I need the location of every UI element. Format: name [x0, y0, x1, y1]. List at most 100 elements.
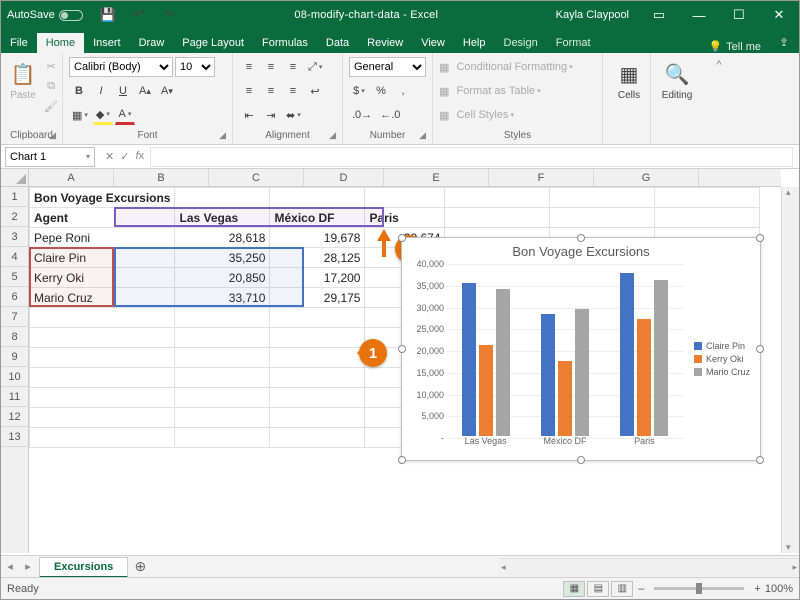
zoom-in-button[interactable]: + [754, 583, 760, 595]
user-name[interactable]: Kayla Claypool [546, 9, 639, 21]
tab-format[interactable]: Format [547, 33, 600, 53]
format-as-table-button[interactable]: Format as Table [456, 85, 535, 97]
cell[interactable] [175, 348, 270, 368]
column-header[interactable]: C [209, 169, 304, 186]
cell[interactable] [175, 308, 270, 328]
column-header[interactable]: F [489, 169, 594, 186]
font-color-button[interactable]: A [115, 105, 135, 125]
format-painter-icon[interactable]: 🖌 [41, 96, 61, 116]
cell[interactable] [655, 208, 760, 228]
ribbon-options-icon[interactable]: ▭ [639, 1, 679, 29]
page-layout-view-icon[interactable]: ▤ [587, 581, 609, 597]
tab-file[interactable]: File [1, 33, 37, 53]
font-name-select[interactable]: Calibri (Body) [69, 57, 173, 77]
tab-scroll-left-icon[interactable]: ◂ [1, 560, 19, 573]
cell[interactable] [270, 308, 365, 328]
collapse-ribbon-icon[interactable]: ^ [716, 59, 721, 71]
row-header[interactable]: 10 [1, 367, 28, 387]
zoom-slider[interactable] [654, 587, 744, 590]
minimize-icon[interactable]: — [679, 1, 719, 29]
cell[interactable] [270, 408, 365, 428]
row-header[interactable]: 5 [1, 267, 28, 287]
close-icon[interactable]: ✕ [759, 1, 799, 29]
page-break-view-icon[interactable]: ▥ [611, 581, 633, 597]
cell[interactable] [175, 388, 270, 408]
column-header[interactable]: B [114, 169, 209, 186]
percent-format-icon[interactable]: % [371, 81, 391, 101]
cell[interactable]: 28,125 [270, 248, 365, 268]
name-box[interactable]: Chart 1 ▾ [5, 147, 95, 167]
align-center-icon[interactable]: ≡ [261, 81, 281, 101]
accounting-format-icon[interactable]: $ [349, 81, 369, 101]
tab-insert[interactable]: Insert [84, 33, 130, 53]
paste-button[interactable]: 📋 Paste [7, 56, 39, 116]
worksheet-grid[interactable]: ABCDEFG 12345678910111213 Bon Voyage Exc… [1, 169, 799, 577]
redo-icon[interactable]: ↷ [159, 5, 179, 25]
tab-help[interactable]: Help [454, 33, 495, 53]
editing-button[interactable]: 🔍 Editing [657, 56, 697, 105]
save-icon[interactable]: 💾 [97, 5, 119, 25]
cell[interactable]: Claire Pin [30, 248, 175, 268]
number-format-select[interactable]: General [349, 57, 426, 77]
row-header[interactable]: 9 [1, 347, 28, 367]
undo-icon[interactable]: ↶ [129, 5, 149, 25]
horizontal-scrollbar[interactable] [499, 558, 799, 576]
cell[interactable] [270, 328, 365, 348]
conditional-formatting-button[interactable]: Conditional Formatting [456, 61, 567, 73]
decrease-indent-icon[interactable]: ⇤ [239, 105, 259, 125]
cell[interactable]: 33,710 [175, 288, 270, 308]
cell[interactable] [655, 188, 760, 208]
tab-view[interactable]: View [412, 33, 454, 53]
cell[interactable] [175, 188, 270, 208]
dialog-launcher-icon[interactable]: ◢ [329, 130, 336, 141]
column-headers[interactable]: ABCDEFG [29, 169, 781, 187]
cell[interactable] [30, 408, 175, 428]
fill-color-button[interactable]: ◆ [93, 105, 113, 125]
cell[interactable] [175, 328, 270, 348]
bold-button[interactable]: B [69, 81, 89, 101]
comma-format-icon[interactable]: , [393, 81, 413, 101]
cell[interactable]: 19,678 [270, 228, 365, 248]
chart-legend[interactable]: Claire PinKerry OkiMario Cruz [694, 338, 750, 380]
fx-icon[interactable]: fx [135, 150, 144, 163]
cell[interactable]: 29,175 [270, 288, 365, 308]
cell[interactable]: Agent [30, 208, 175, 228]
row-header[interactable]: 4 [1, 247, 28, 267]
column-header[interactable]: D [304, 169, 384, 186]
cell[interactable]: Las Vegas [175, 208, 270, 228]
decrease-decimal-icon[interactable]: ←.0 [377, 105, 403, 125]
tab-scroll-right-icon[interactable]: ▸ [19, 560, 37, 573]
cell[interactable]: 17,200 [270, 268, 365, 288]
borders-button[interactable]: ▦ [69, 105, 91, 125]
sheet-tab-excursions[interactable]: Excursions [39, 557, 128, 577]
merge-center-icon[interactable]: ⬌ [283, 105, 304, 125]
cell[interactable] [175, 428, 270, 448]
cancel-formula-icon[interactable]: ✕ [105, 150, 114, 163]
wrap-text-icon[interactable]: ↩ [305, 81, 325, 101]
align-bottom-icon[interactable]: ≡ [283, 57, 303, 77]
normal-view-icon[interactable]: ▦ [563, 581, 585, 597]
cell[interactable] [550, 188, 655, 208]
row-header[interactable]: 11 [1, 387, 28, 407]
vertical-scrollbar[interactable] [781, 187, 799, 553]
maximize-icon[interactable]: ☐ [719, 1, 759, 29]
cell[interactable] [365, 188, 445, 208]
grow-font-icon[interactable]: A▴ [135, 81, 155, 101]
cell[interactable]: Paris [365, 208, 445, 228]
cell[interactable] [550, 208, 655, 228]
align-right-icon[interactable]: ≡ [283, 81, 303, 101]
row-header[interactable]: 8 [1, 327, 28, 347]
column-header[interactable]: E [384, 169, 489, 186]
dialog-launcher-icon[interactable]: ◢ [219, 130, 226, 141]
cell[interactable]: 35,250 [175, 248, 270, 268]
zoom-level[interactable]: 100% [765, 583, 793, 595]
cell[interactable] [270, 188, 365, 208]
tab-formulas[interactable]: Formulas [253, 33, 317, 53]
cell[interactable] [175, 408, 270, 428]
italic-button[interactable]: I [91, 81, 111, 101]
column-header[interactable]: G [594, 169, 699, 186]
cell[interactable]: Kerry Oki [30, 268, 175, 288]
copy-icon[interactable]: ⧉ [41, 76, 61, 96]
tab-design[interactable]: Design [495, 33, 547, 53]
dialog-launcher-icon[interactable]: ◢ [49, 130, 56, 141]
